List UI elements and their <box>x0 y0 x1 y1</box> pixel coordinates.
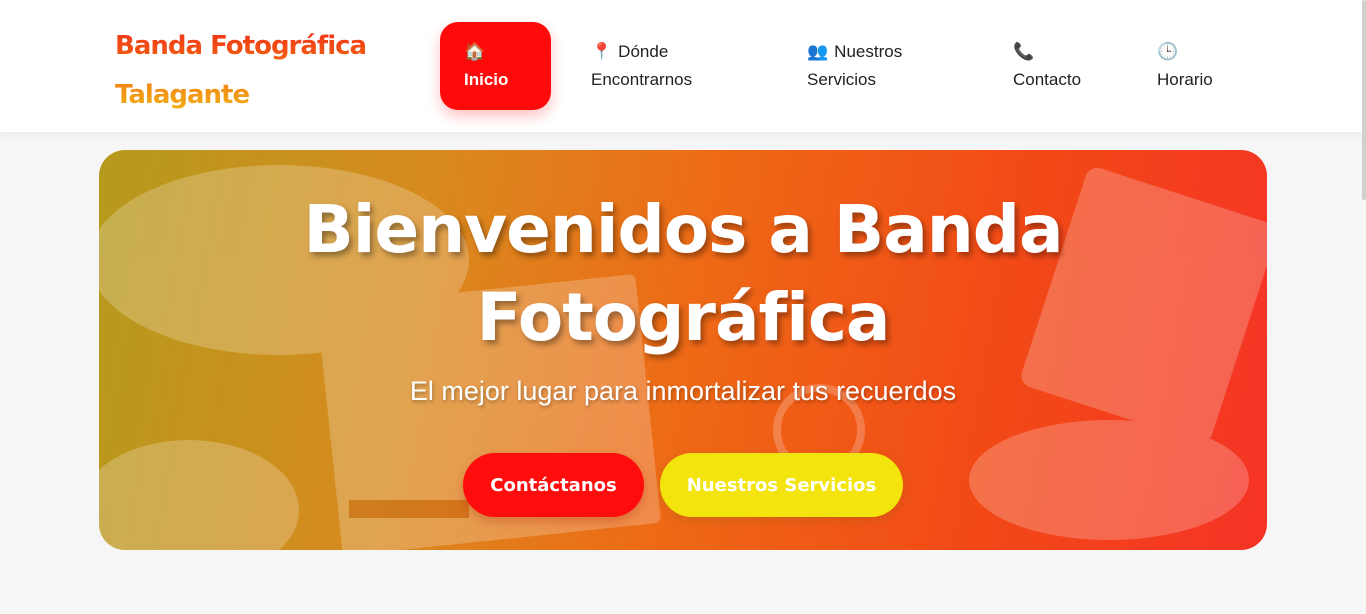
hero-subtitle: El mejor lugar para inmortalizar tus rec… <box>409 376 957 406</box>
brand-location: Talagante <box>115 80 250 110</box>
services-button[interactable]: Nuestros Servicios <box>660 453 903 517</box>
nav-item-label: Encontrarnos <box>591 70 693 89</box>
site-header: Banda Fotográfica Talagante 🏠 Inicio 📍 Dó… <box>0 0 1366 132</box>
page-scrollbar[interactable] <box>1362 0 1366 200</box>
nav-item-label: Dónde <box>618 42 669 61</box>
nav-item-label: Servicios <box>807 70 876 89</box>
nav-item-nuestros-servicios[interactable]: 👥 Nuestros Servicios <box>807 22 967 110</box>
nav-item-label: Inicio <box>464 70 509 89</box>
hero-title-line: Bienvenidos a Banda <box>303 191 1063 268</box>
nav-item-inicio[interactable]: 🏠 Inicio <box>440 22 551 110</box>
brand-name: Banda Fotográfica <box>115 31 367 61</box>
nav-item-horario[interactable]: 🕒 Horario <box>1157 22 1257 110</box>
nav-item-label: Nuestros <box>834 42 903 61</box>
nav-item-label: Horario <box>1157 70 1213 89</box>
house-icon: 🏠 <box>464 42 486 62</box>
nav-item-label: Contacto <box>1013 70 1082 89</box>
nav-item-contacto[interactable]: 📞 Contacto <box>1013 22 1123 110</box>
hero-title-line: Fotográfica <box>476 279 891 356</box>
hero-banner: Bienvenidos a Banda Fotográfica El mejor… <box>99 150 1267 550</box>
nav-item-donde-encontrarnos[interactable]: 📍 Dónde Encontrarnos <box>591 22 771 110</box>
phone-icon: 📞 <box>1013 42 1035 62</box>
contact-button[interactable]: Contáctanos <box>463 453 644 517</box>
clock-icon: 🕒 <box>1157 42 1179 62</box>
people-icon: 👥 <box>807 42 829 62</box>
brand-logo[interactable]: Banda Fotográfica Talagante <box>115 22 415 120</box>
hero-title: Bienvenidos a Banda Fotográfica <box>99 186 1267 362</box>
pin-icon: 📍 <box>591 42 613 62</box>
